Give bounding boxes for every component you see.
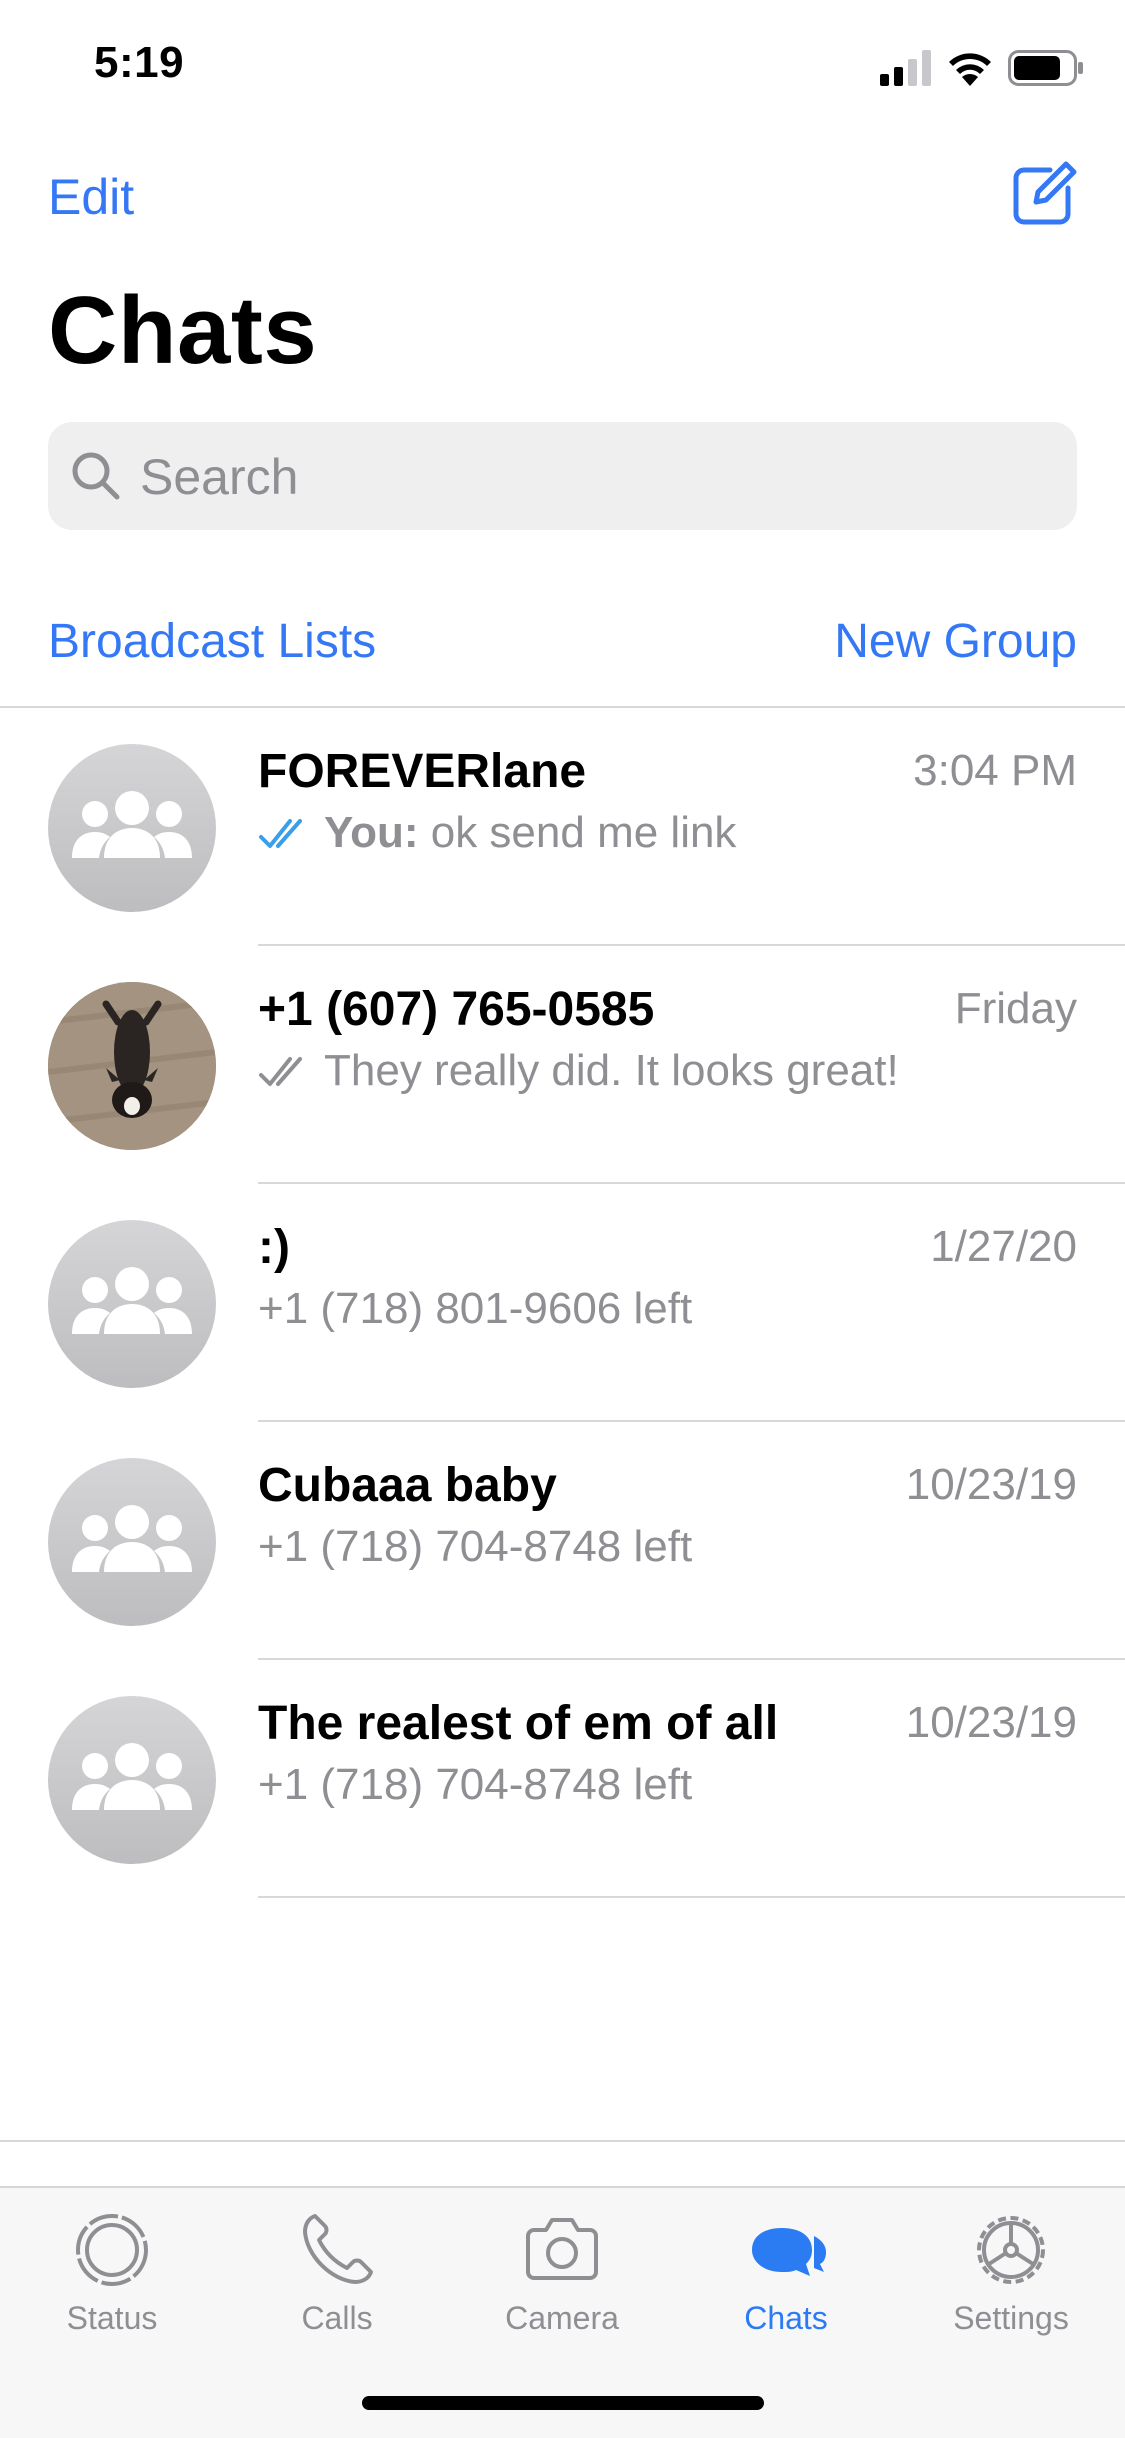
chat-message: +1 (718) 801-9606 left — [258, 1284, 693, 1333]
contact-avatar — [48, 982, 216, 1150]
group-avatar — [48, 1220, 216, 1388]
search-input[interactable] — [138, 440, 1042, 514]
chat-time: Friday — [954, 984, 1077, 1033]
dog-photo — [48, 982, 216, 1150]
camera-icon — [526, 2218, 598, 2280]
search-icon — [72, 452, 120, 500]
chat-time: 10/23/19 — [905, 1460, 1077, 1509]
edit-button[interactable]: Edit — [48, 168, 134, 226]
chat-message: ok send me link — [430, 808, 737, 857]
chat-row[interactable]: FOREVERlane 3:04 PM You: ok send me link — [0, 708, 1125, 946]
read-ticks-icon — [259, 819, 302, 848]
chat-time: 1/27/20 — [930, 1222, 1077, 1271]
chat-preview: +1 (718) 801-9606 left — [258, 1284, 692, 1334]
tab-settings[interactable]: Settings — [931, 2206, 1091, 2337]
tab-calls[interactable]: Calls — [257, 2206, 417, 2337]
group-icon — [72, 1505, 192, 1572]
page-title: Chats — [48, 277, 318, 384]
chat-name: FOREVERlane — [258, 745, 587, 798]
chat-bubbles-icon — [752, 2228, 826, 2276]
chat-time: 10/23/19 — [905, 1698, 1077, 1747]
group-avatar — [48, 1696, 216, 1864]
tab-label: Status — [66, 2300, 158, 2336]
chat-message: +1 (718) 704-8748 left — [258, 1760, 693, 1809]
group-icon — [72, 1267, 192, 1334]
chat-name: :) — [258, 1221, 290, 1274]
list-bottom-divider — [0, 2140, 1125, 2142]
new-group-button[interactable]: New Group — [834, 614, 1077, 669]
chat-sender: You: — [324, 808, 419, 857]
chat-message: +1 (718) 704-8748 left — [258, 1522, 693, 1571]
chat-message: They really did. It looks great! — [324, 1046, 899, 1095]
chat-name: +1 (607) 765-0585 — [258, 983, 655, 1036]
tab-label: Settings — [953, 2300, 1069, 2336]
group-icon — [72, 1743, 192, 1810]
chat-row[interactable]: :) 1/27/20 +1 (718) 801-9606 left — [0, 1184, 1125, 1422]
group-avatar — [48, 744, 216, 912]
tab-chats[interactable]: Chats — [706, 2206, 866, 2337]
delivered-ticks-icon — [259, 1057, 302, 1086]
group-avatar — [48, 1458, 216, 1626]
chat-preview: You: ok send me link — [258, 808, 736, 858]
chat-time: 3:04 PM — [913, 746, 1077, 795]
battery-icon — [1008, 50, 1083, 86]
chat-row[interactable]: The realest of em of all 10/23/19 +1 (71… — [0, 1660, 1125, 1898]
cellular-signal-icon — [880, 50, 931, 86]
home-indicator[interactable] — [362, 2396, 764, 2410]
status-bar-time: 5:19 — [94, 38, 185, 87]
wifi-icon — [949, 53, 991, 86]
chat-preview: +1 (718) 704-8748 left — [258, 1522, 692, 1572]
gear-icon — [977, 2216, 1045, 2284]
tab-label: Chats — [744, 2300, 828, 2336]
chat-preview: They really did. It looks great! — [258, 1046, 899, 1096]
tab-label: Calls — [301, 2300, 373, 2336]
tab-status[interactable]: Status — [32, 2206, 192, 2337]
tab-label: Camera — [505, 2300, 619, 2336]
chat-row[interactable]: +1 (607) 765-0585 Friday They really did… — [0, 946, 1125, 1184]
status-icon — [76, 2214, 148, 2286]
compose-icon[interactable] — [1010, 160, 1078, 228]
search-bar[interactable] — [48, 422, 1077, 530]
group-icon — [72, 791, 192, 858]
broadcast-lists-button[interactable]: Broadcast Lists — [48, 614, 376, 669]
chat-name: The realest of em of all — [258, 1697, 779, 1750]
phone-icon — [303, 2214, 373, 2284]
row-divider — [258, 1896, 1125, 1898]
chat-preview: +1 (718) 704-8748 left — [258, 1760, 692, 1810]
chat-row[interactable]: Cubaaa baby 10/23/19 +1 (718) 704-8748 l… — [0, 1422, 1125, 1660]
chat-name: Cubaaa baby — [258, 1459, 557, 1512]
tab-camera[interactable]: Camera — [482, 2206, 642, 2337]
